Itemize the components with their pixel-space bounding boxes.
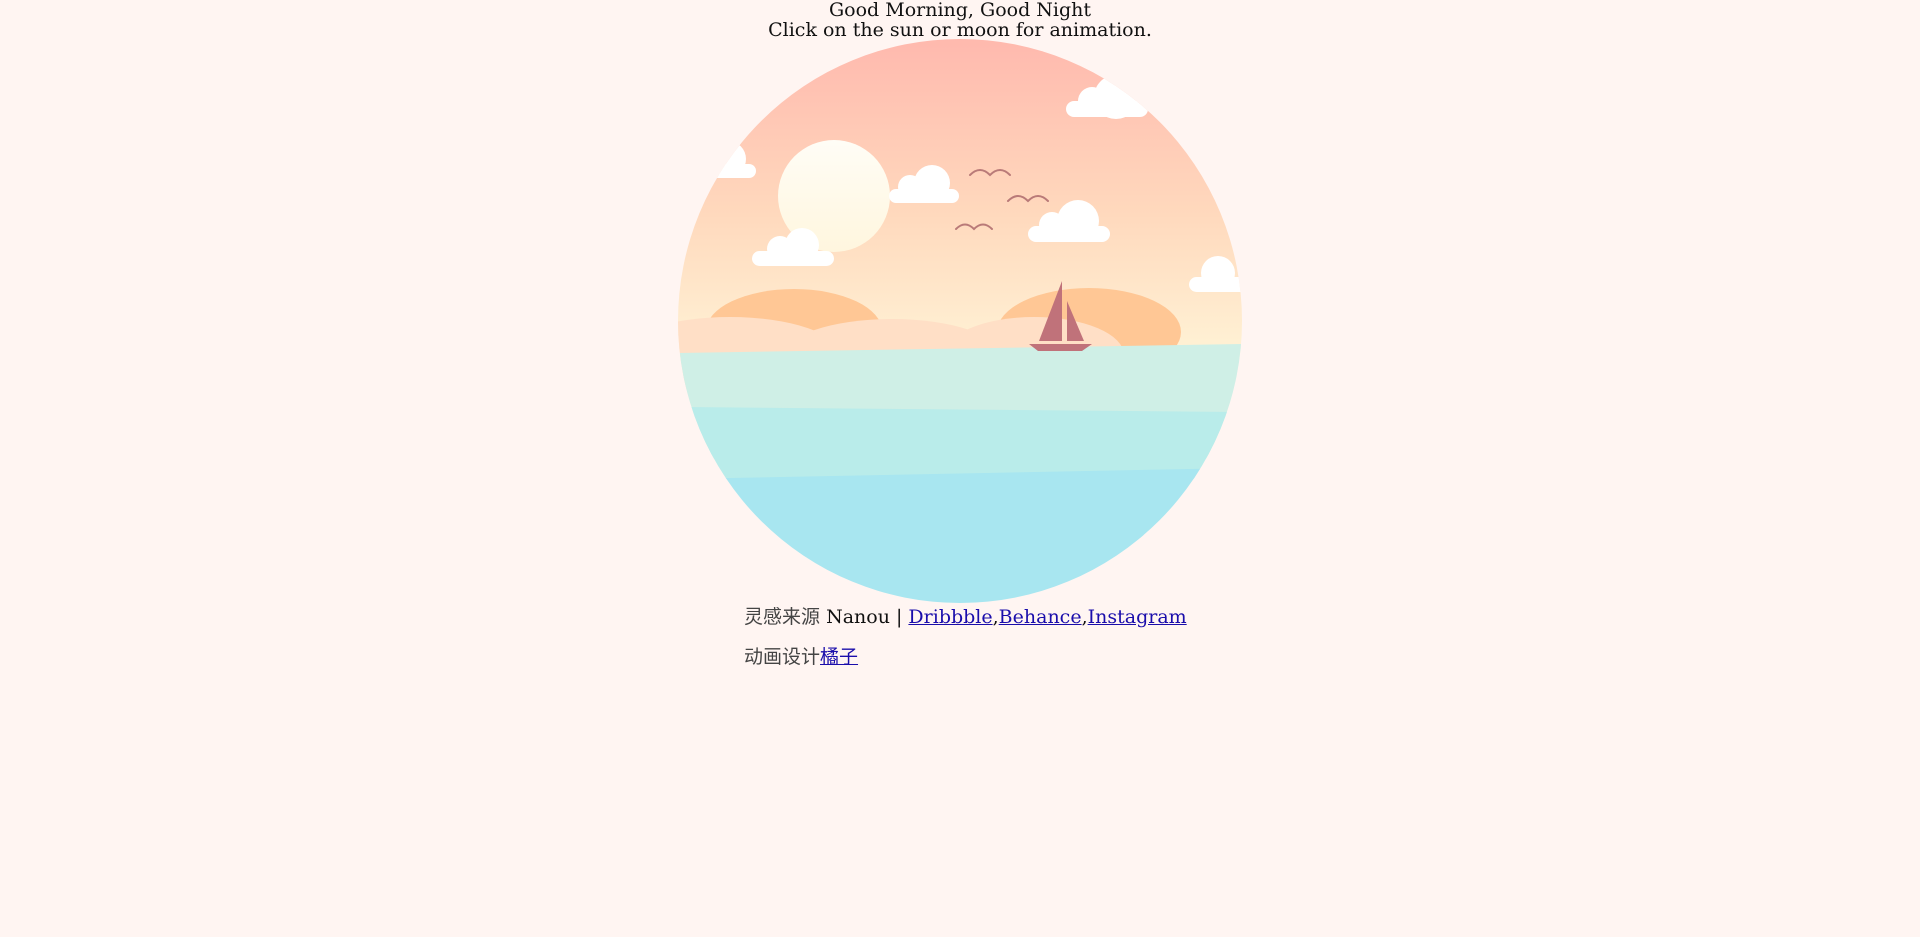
inspiration-label: 灵感来源 [744, 606, 821, 628]
animation-label: 动画设计 [744, 646, 821, 668]
credits: 灵感来源 Nanou | Dribbble,Behance,Instagram … [744, 597, 1187, 677]
page-title: Good Morning, Good Night [828, 0, 1092, 21]
author-name: Nanou | [826, 606, 903, 628]
scene-illustration [678, 39, 1242, 603]
inspiration-credit: 灵感来源 Nanou | Dribbble,Behance,Instagram [744, 597, 1187, 637]
sea-mid [678, 407, 1242, 479]
instagram-link[interactable]: Instagram [1088, 606, 1187, 628]
animation-author-link[interactable]: 橘子 [820, 646, 858, 668]
dribbble-link[interactable]: Dribbble [908, 606, 992, 628]
animation-credit: 动画设计橘子 [744, 637, 1187, 677]
sea-deep [678, 468, 1242, 603]
header: Good Morning, Good Night Click on the su… [0, 0, 1920, 40]
day-scene [678, 39, 1242, 603]
behance-link[interactable]: Behance [999, 606, 1082, 628]
page-subtitle: Click on the sun or moon for animation. [768, 19, 1152, 41]
